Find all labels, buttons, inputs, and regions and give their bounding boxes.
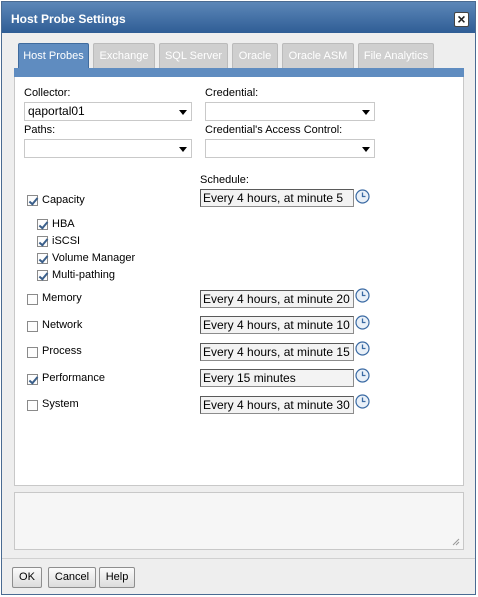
clock-icon[interactable] bbox=[355, 368, 370, 383]
process-schedule-field[interactable]: Every 4 hours, at minute 15 bbox=[200, 343, 354, 361]
multi-pathing-label: Multi-pathing bbox=[52, 269, 115, 281]
cancel-button[interactable]: Cancel bbox=[48, 567, 96, 588]
paths-select[interactable] bbox=[24, 139, 192, 158]
host-probes-panel: Collector: qaportal01 Credential: Paths:… bbox=[14, 77, 464, 486]
message-area[interactable] bbox=[14, 492, 464, 550]
memory-label: Memory bbox=[42, 292, 82, 304]
system-schedule-field[interactable]: Every 4 hours, at minute 30 bbox=[200, 396, 354, 414]
process-label: Process bbox=[42, 345, 82, 357]
capacity-label: Capacity bbox=[42, 194, 85, 206]
clock-icon[interactable] bbox=[355, 288, 370, 303]
access-control-select[interactable] bbox=[205, 139, 375, 158]
performance-checkbox[interactable] bbox=[27, 374, 38, 385]
network-label: Network bbox=[42, 319, 83, 331]
ok-button[interactable]: OK bbox=[12, 567, 42, 588]
tab-sql-server[interactable]: SQL Server bbox=[159, 43, 228, 69]
hba-label: HBA bbox=[52, 218, 75, 230]
multi-pathing-checkbox[interactable] bbox=[37, 270, 48, 281]
tab-exchange[interactable]: Exchange bbox=[93, 43, 155, 69]
access-control-label: Credential's Access Control: bbox=[205, 124, 343, 136]
clock-icon[interactable] bbox=[355, 341, 370, 356]
system-checkbox[interactable] bbox=[27, 400, 38, 411]
title-bar: Host Probe Settings × bbox=[2, 2, 475, 33]
collector-select[interactable]: qaportal01 bbox=[24, 102, 192, 121]
clock-icon[interactable] bbox=[355, 315, 370, 330]
volume-manager-checkbox[interactable] bbox=[37, 253, 48, 264]
memory-checkbox[interactable] bbox=[27, 294, 38, 305]
clock-icon[interactable] bbox=[355, 394, 370, 409]
paths-label: Paths: bbox=[24, 124, 56, 136]
tab-file-analytics[interactable]: File Analytics bbox=[358, 43, 434, 69]
footer-divider bbox=[2, 558, 475, 559]
hba-checkbox[interactable] bbox=[37, 219, 48, 230]
performance-label: Performance bbox=[42, 372, 105, 384]
performance-schedule-field[interactable]: Every 15 minutes bbox=[200, 369, 354, 387]
chevron-down-icon bbox=[179, 110, 187, 115]
dialog-title: Host Probe Settings bbox=[11, 12, 126, 26]
tab-host-probes[interactable]: Host Probes bbox=[18, 43, 89, 69]
network-checkbox[interactable] bbox=[27, 321, 38, 332]
capacity-schedule-field[interactable]: Every 4 hours, at minute 5 bbox=[200, 189, 354, 207]
network-schedule-field[interactable]: Every 4 hours, at minute 10 bbox=[200, 316, 354, 334]
chevron-down-icon bbox=[179, 147, 187, 152]
system-label: System bbox=[42, 398, 79, 410]
schedule-label: Schedule: bbox=[200, 174, 249, 186]
volume-manager-label: Volume Manager bbox=[52, 252, 136, 264]
chevron-down-icon bbox=[362, 110, 370, 115]
tab-underline-bar bbox=[14, 68, 464, 77]
collector-label: Collector: bbox=[24, 87, 71, 99]
credential-label: Credential: bbox=[205, 87, 259, 99]
tab-oracle-asm[interactable]: Oracle ASM bbox=[282, 43, 354, 69]
iscsi-checkbox[interactable] bbox=[37, 236, 48, 247]
capacity-checkbox[interactable] bbox=[27, 195, 38, 206]
chevron-down-icon bbox=[362, 147, 370, 152]
iscsi-label: iSCSI bbox=[52, 235, 81, 247]
credential-select[interactable] bbox=[205, 102, 375, 121]
resize-grip-icon[interactable] bbox=[452, 538, 460, 546]
memory-schedule-field[interactable]: Every 4 hours, at minute 20 bbox=[200, 290, 354, 308]
host-probe-settings-dialog: Host Probe Settings × Host Probes Exchan… bbox=[1, 1, 476, 595]
tab-oracle[interactable]: Oracle bbox=[232, 43, 278, 69]
clock-icon[interactable] bbox=[355, 189, 370, 204]
help-button[interactable]: Help bbox=[99, 567, 135, 588]
collector-value: qaportal01 bbox=[28, 104, 85, 118]
close-icon[interactable]: × bbox=[454, 12, 469, 27]
process-checkbox[interactable] bbox=[27, 347, 38, 358]
